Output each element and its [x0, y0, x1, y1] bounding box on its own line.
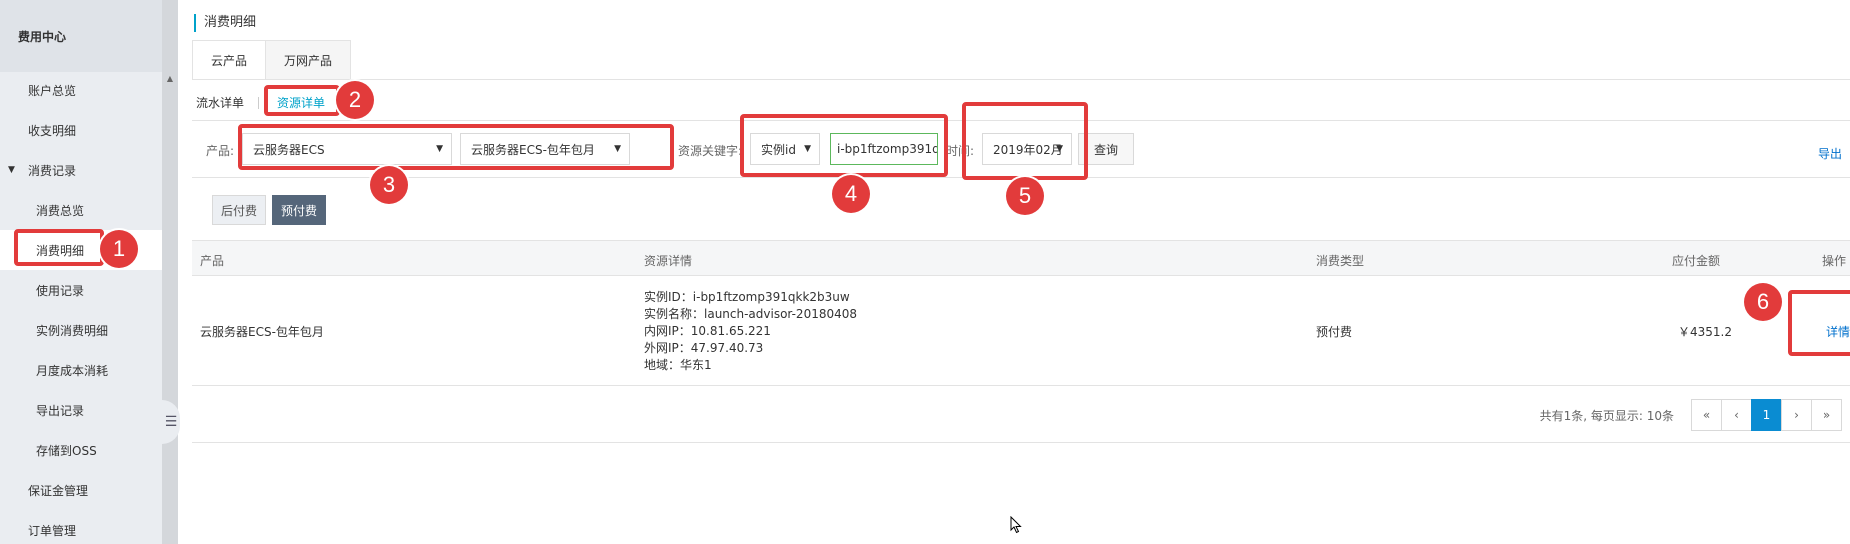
resource-table: 产品 资源详情 消费类型 应付金额 操作 云服务器ECS-包年包月 实例ID：i…: [192, 240, 1850, 386]
sidebar-item-income-expense[interactable]: 收支明细: [0, 110, 162, 150]
tab-transaction-details[interactable]: 流水详单: [196, 91, 250, 115]
highlight-box-6: [1788, 290, 1850, 356]
row-product: 云服务器ECS-包年包月: [200, 325, 324, 339]
tab-wanwang-products[interactable]: 万网产品: [266, 40, 352, 80]
annotation-badge-1: 1: [100, 230, 138, 268]
highlight-box-4: [740, 114, 948, 177]
highlight-box-3: [238, 124, 674, 170]
sidebar-item-export-records[interactable]: 导出记录: [0, 390, 162, 430]
annotation-badge-5: 5: [1006, 177, 1044, 215]
annotation-badge-6: 6: [1744, 283, 1782, 321]
detail-instance-id: 实例ID：i-bp1ftzomp391qkk2b3uw: [644, 290, 850, 304]
page-1-button[interactable]: 1: [1751, 399, 1782, 431]
sidebar-item-account-overview[interactable]: 账户总览: [0, 70, 162, 110]
page-title: 消费明细: [194, 14, 256, 32]
first-page-button[interactable]: «: [1691, 399, 1722, 431]
payment-type-tabs: 后付费 预付费: [212, 195, 327, 225]
last-page-button[interactable]: »: [1811, 399, 1842, 431]
scroll-up-arrow-icon[interactable]: ▲: [163, 74, 177, 84]
column-header-consumption-type: 消费类型: [1316, 254, 1365, 268]
next-page-button[interactable]: ›: [1781, 399, 1812, 431]
pagination-bar: 共有1条, 每页显示: 10条 « ‹ 1 › »: [192, 387, 1850, 443]
row-amount: ￥4351.2: [1678, 325, 1732, 339]
tab-cloud-products[interactable]: 云产品: [192, 40, 267, 80]
export-link[interactable]: 导出: [1818, 145, 1842, 162]
sidebar-item-store-to-oss[interactable]: 存储到OSS: [0, 430, 162, 470]
sidebar-item-usage-records[interactable]: 使用记录: [0, 270, 162, 310]
prev-page-button[interactable]: ‹: [1721, 399, 1752, 431]
column-header-amount: 应付金额: [1672, 254, 1721, 268]
product-label: 产品:: [206, 144, 235, 158]
highlight-box-1: [14, 229, 104, 266]
main-content: 消费明细 云产品 万网产品 流水详单 资源详单 产品: 云服务器ECS ▼ 云服…: [178, 0, 1850, 544]
sidebar-item-order-management[interactable]: 订单管理: [0, 510, 162, 544]
annotation-badge-3: 3: [370, 166, 408, 204]
sidebar-item-consumption-overview[interactable]: 消费总览: [0, 190, 162, 230]
detail-instance-name: 实例名称：launch-advisor-20180408: [644, 307, 858, 321]
column-header-resource-details: 资源详情: [644, 254, 693, 268]
detail-region: 地域：华东1: [644, 358, 712, 372]
sidebar-item-consumption-records[interactable]: ▼ 消费记录: [0, 150, 162, 190]
menu-icon: ☰: [164, 414, 178, 430]
table-row: 云服务器ECS-包年包月 实例ID：i-bp1ftzomp391qkk2b3uw…: [192, 276, 1850, 386]
column-header-action: 操作: [1822, 254, 1847, 268]
tab-postpaid[interactable]: 后付费: [212, 195, 267, 225]
tab-prepaid[interactable]: 预付费: [272, 195, 327, 225]
annotation-badge-2: 2: [336, 81, 374, 119]
row-consumption-type: 预付费: [1316, 325, 1353, 339]
highlight-box-5: [962, 102, 1088, 180]
pagination: « ‹ 1 › »: [1691, 399, 1842, 431]
caret-down-icon: ▼: [8, 165, 15, 175]
sidebar-item-instance-consumption[interactable]: 实例消费明细: [0, 310, 162, 350]
mouse-cursor-icon: [1010, 516, 1022, 534]
tab-divider: [192, 79, 1850, 80]
sidebar: 费用中心 账户总览 收支明细 ▼ 消费记录 消费总览 消费明细 使用记录 实例消…: [0, 0, 162, 544]
sidebar-item-deposit-management[interactable]: 保证金管理: [0, 470, 162, 510]
tab-separator: [258, 97, 260, 109]
pagination-info: 共有1条, 每页显示: 10条: [1539, 409, 1674, 423]
sidebar-item-monthly-cost[interactable]: 月度成本消耗: [0, 350, 162, 390]
detail-public-ip: 外网IP：47.97.40.73: [644, 341, 764, 355]
highlight-box-2: [264, 85, 340, 116]
product-tabs: 云产品 万网产品: [192, 40, 352, 80]
annotation-badge-4: 4: [832, 175, 870, 213]
sidebar-title: 费用中心: [0, 0, 162, 72]
row-resource-details: 实例ID：i-bp1ftzomp391qkk2b3uw 实例名称：launch-…: [644, 289, 857, 374]
column-header-product: 产品: [200, 254, 225, 268]
table-header: 产品 资源详情 消费类型 应付金额 操作: [192, 240, 1850, 276]
keyword-label: 资源关键字:: [678, 144, 743, 158]
detail-private-ip: 内网IP：10.81.65.221: [644, 324, 771, 338]
